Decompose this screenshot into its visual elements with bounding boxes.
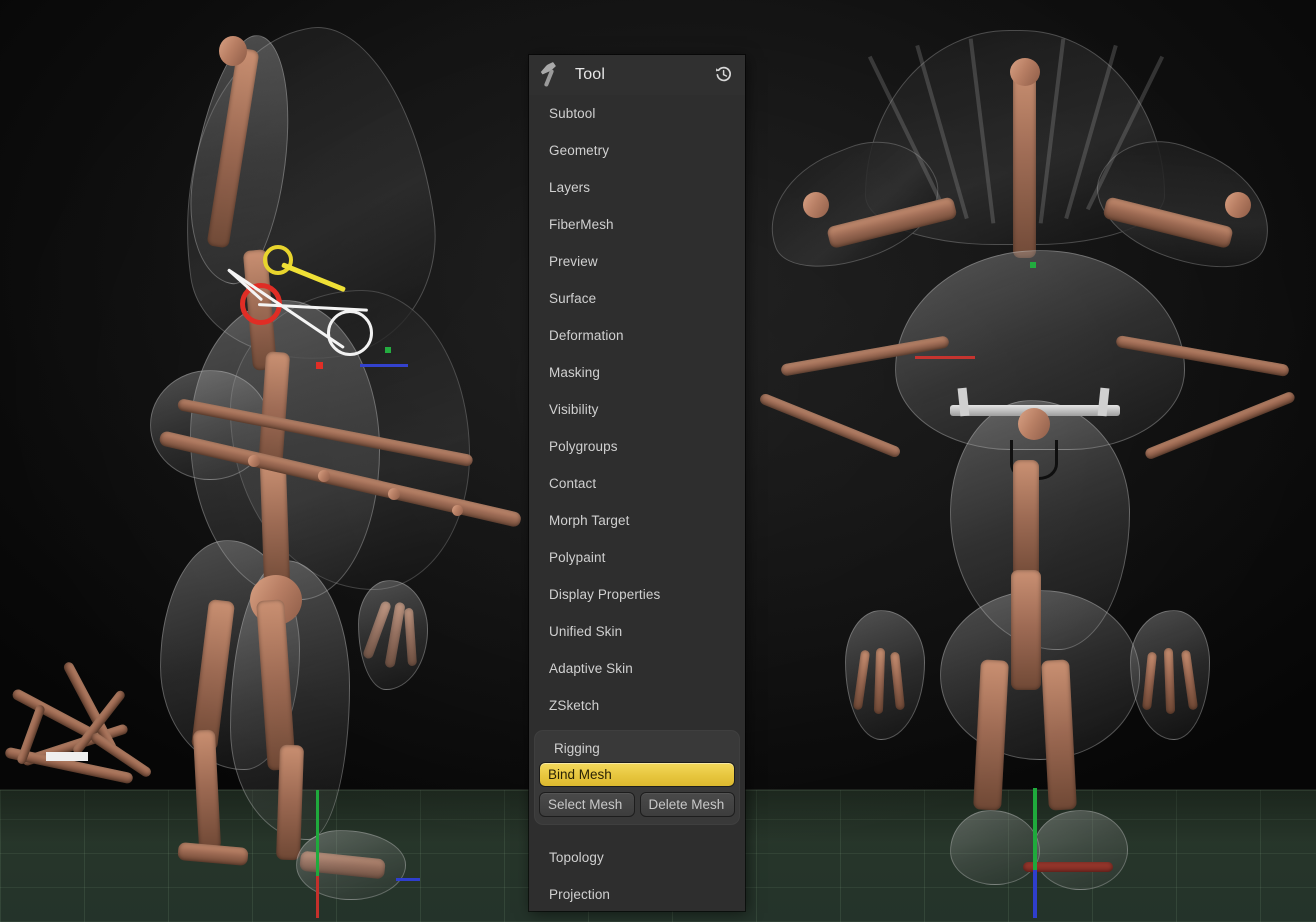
menu-item-label: FiberMesh (549, 217, 614, 232)
left-creature-model[interactable] (0, 0, 530, 922)
zsphere-arm-joint-3 (388, 488, 400, 500)
right-foot-shell-r (1033, 810, 1128, 890)
menu-item-unified-skin[interactable]: Unified Skin (529, 613, 745, 650)
menu-item-label: Masking (549, 365, 600, 380)
menu-item-contact[interactable]: Contact (529, 465, 745, 502)
menu-item-label: Topology (549, 850, 604, 865)
move-gizmo-yellow-ring[interactable] (263, 245, 293, 275)
menu-item-label: Morph Target (549, 513, 630, 528)
menu-item-polygroups[interactable]: Polygroups (529, 428, 745, 465)
menu-item-surface[interactable]: Surface (529, 280, 745, 317)
menu-item-adaptive-skin[interactable]: Adaptive Skin (529, 650, 745, 687)
menu-item-label: Visibility (549, 402, 599, 417)
axis-z-left-base (396, 878, 420, 881)
zsphere-chest-center (1018, 408, 1050, 440)
bone-right-spine-upper (1013, 460, 1039, 580)
move-gizmo-white-ring[interactable] (327, 310, 373, 356)
tool-menu-bottom: Topology Projection (529, 839, 745, 913)
menu-item-geometry[interactable]: Geometry (529, 132, 745, 169)
menu-item-label: Deformation (549, 328, 624, 343)
zsphere-arm-joint-2 (318, 470, 330, 482)
tendril-highlight (46, 752, 88, 761)
bone-right-shin (276, 744, 304, 861)
menu-item-masking[interactable]: Masking (529, 354, 745, 391)
menu-item-label: Polypaint (549, 550, 606, 565)
left-foot-shell (296, 830, 406, 900)
axis-x-right (915, 356, 975, 359)
menu-item-label: ZSketch (549, 698, 600, 713)
bone-left-foot (177, 841, 249, 867)
menu-spacer (529, 831, 745, 839)
axis-z-left (360, 364, 408, 367)
zsphere-head-tip (219, 36, 247, 66)
left-hand-shell (358, 580, 428, 690)
rigging-section: Rigging Bind Mesh Select Mesh Delete Mes… (534, 730, 740, 825)
menu-item-label: Polygroups (549, 439, 618, 454)
menu-item-label: Display Properties (549, 587, 661, 602)
menu-item-subtool[interactable]: Subtool (529, 95, 745, 132)
menu-item-label: Preview (549, 254, 598, 269)
menu-item-zsketch[interactable]: ZSketch (529, 687, 745, 724)
delete-mesh-button[interactable]: Delete Mesh (639, 792, 735, 817)
tool-palette-header: Tool (529, 55, 745, 95)
zsphere-arm-joint-4 (452, 505, 463, 516)
axis-green-dot-right (1030, 262, 1036, 268)
menu-item-topology[interactable]: Topology (529, 839, 745, 876)
gizmo-green-dot (385, 347, 391, 353)
menu-item-display-properties[interactable]: Display Properties (529, 576, 745, 613)
axis-y-left (316, 790, 319, 880)
axis-z-right (1033, 870, 1037, 918)
hammer-icon (539, 62, 565, 88)
right-foot-shell-l (950, 810, 1040, 885)
menu-item-morph-target[interactable]: Morph Target (529, 502, 745, 539)
menu-item-label: Unified Skin (549, 624, 623, 639)
menu-item-label: Surface (549, 291, 597, 306)
menu-item-label: Projection (549, 887, 611, 902)
menu-item-projection[interactable]: Projection (529, 876, 745, 913)
bone-head-spine (1013, 68, 1036, 258)
menu-item-polypaint[interactable]: Polypaint (529, 539, 745, 576)
gizmo-red-dot (316, 362, 323, 369)
menu-item-layers[interactable]: Layers (529, 169, 745, 206)
right-creature-model[interactable] (745, 0, 1316, 922)
bone-tendril-left-2 (758, 392, 902, 459)
menu-item-label: Geometry (549, 143, 610, 158)
menu-item-preview[interactable]: Preview (529, 243, 745, 280)
menu-item-visibility[interactable]: Visibility (529, 391, 745, 428)
rigging-button-row: Select Mesh Delete Mesh (539, 792, 735, 817)
application-window: Tool Subtool Geometry Layers FiberMesh P… (0, 0, 1316, 922)
zsphere-arm-tip-r (1225, 192, 1251, 218)
zsphere-head-top (1010, 58, 1040, 86)
menu-item-label: Adaptive Skin (549, 661, 633, 676)
zsphere-arm-tip-l (803, 192, 829, 218)
menu-item-fibermesh[interactable]: FiberMesh (529, 206, 745, 243)
menu-item-label: Contact (549, 476, 597, 491)
axis-x-left (316, 876, 319, 918)
rigging-section-label[interactable]: Rigging (539, 734, 735, 762)
menu-item-label: Subtool (549, 106, 596, 121)
zsphere-arm-joint-1 (248, 455, 260, 467)
tendril-cluster (0, 660, 175, 815)
select-mesh-button[interactable]: Select Mesh (539, 792, 635, 817)
reset-rotate-icon[interactable] (714, 65, 733, 84)
menu-item-deformation[interactable]: Deformation (529, 317, 745, 354)
bone-lower-spine (259, 459, 291, 591)
tool-palette[interactable]: Tool Subtool Geometry Layers FiberMesh P… (529, 55, 745, 911)
bone-right-spine-lower (1011, 570, 1041, 690)
tool-menu-top: Subtool Geometry Layers FiberMesh Previe… (529, 95, 745, 724)
menu-item-label: Layers (549, 180, 591, 195)
bind-mesh-button[interactable]: Bind Mesh (539, 762, 735, 787)
page-title: Tool (575, 66, 606, 83)
